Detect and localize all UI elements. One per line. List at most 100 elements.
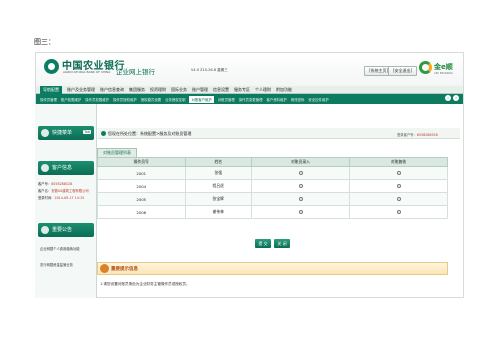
tip-text: 1.请您设置对账员角色为企业财务主管操作员或授权员。 [100, 282, 190, 286]
customer-icon [41, 164, 49, 172]
cell-name: 程吕虎 [184, 179, 252, 193]
customer-name-label: 客户名： [38, 189, 52, 193]
figure-caption: 图三： [34, 38, 55, 46]
cell-entry [251, 205, 350, 219]
brand-swirl-icon [419, 61, 432, 74]
entry-radio[interactable] [298, 196, 303, 201]
tip-title: 重要提示信息 [111, 267, 138, 272]
sub-nav-item[interactable]: 授权模式设置 [141, 97, 161, 102]
reconciler-table: 操作员号 姓名 对账员录入 对账复核 2001 张强 2004 程吕虎 2005… [97, 157, 448, 219]
quick-menu-icon [41, 129, 49, 137]
cell-entry [251, 166, 350, 180]
main-nav-item[interactable]: 集团服务 [129, 87, 145, 93]
login-time-label: 登录时间： [38, 196, 55, 200]
col-name: 姓名 [184, 157, 252, 167]
exit-button[interactable]: [安全退出] [388, 66, 418, 76]
cell-operator-no: 2006 [97, 205, 186, 219]
login-no-value: 6558286528 [416, 133, 438, 137]
cell-review [349, 192, 448, 206]
customer-name-row: 客户名：安徽XX建筑工程有限公司 [38, 188, 89, 193]
nav-scroll-arrows: ‹ › [445, 95, 459, 101]
action-buttons: 提 交 关 闭 [255, 239, 290, 248]
bank-english-name: AGRICULTURAL BANK OF CHINA [63, 70, 111, 74]
col-review: 对账复核 [349, 157, 448, 167]
tab-reconciler-list[interactable]: 对账员管理列表 [97, 148, 137, 157]
main-nav-item[interactable]: 投资理财 [150, 87, 166, 93]
notice-link[interactable]: 企业网银个人费用缴纳功能 [40, 246, 80, 251]
quick-menu-header[interactable]: 快捷菜单 Tab [38, 126, 94, 140]
bank-logo-icon [44, 59, 59, 74]
main-nav-item[interactable]: 国际业务 [171, 87, 187, 93]
cell-review [349, 166, 448, 180]
table-row: 2006 谢伟林 [97, 205, 448, 219]
col-operator-no: 操作员号 [97, 157, 186, 167]
submit-button[interactable]: 提 交 [255, 239, 271, 248]
location-icon [101, 131, 106, 136]
quick-menu-tab[interactable]: Tab [83, 130, 91, 134]
cell-review [349, 179, 448, 193]
sub-nav-item[interactable]: 操作员变更管理 [239, 97, 263, 102]
login-time-value: 2014-09-17 14:15 [54, 196, 85, 200]
brand-name: 金e顺 [434, 63, 453, 71]
notice-label: 重要公告 [52, 227, 73, 233]
login-time-row: 登录时间：2014-09-17 14:15 [38, 195, 84, 200]
main-nav: 导航配置 账户及业务管理 账户信息查询 集团服务 投资理财 国际业务 账户管理 … [36, 85, 463, 94]
sub-nav-item[interactable]: 修改密码 [291, 97, 305, 102]
table-row: 2004 程吕虎 [97, 179, 448, 193]
sub-nav-item[interactable]: 对账员管理 [218, 97, 235, 102]
main-nav-item[interactable]: 导航配置 [40, 85, 62, 94]
notice-icon [41, 226, 49, 234]
notice-header: 重要公告 [38, 223, 94, 237]
main-nav-item[interactable]: 信息设置 [213, 87, 229, 93]
customer-info-label: 客户信息 [52, 165, 73, 171]
main-nav-item[interactable]: 账户管理 [192, 87, 208, 93]
sub-nav-item[interactable]: 操作员授权维护 [113, 97, 137, 102]
sub-nav-item[interactable]: 账户权限维护 [61, 97, 81, 102]
entry-radio[interactable] [298, 183, 303, 188]
col-entry: 对账员录入 [251, 157, 350, 167]
cell-name: 张强 [184, 166, 252, 180]
customer-info-header: 客户信息 [38, 161, 94, 175]
sub-nav-item[interactable]: 安全控件维护 [308, 97, 328, 102]
entry-radio[interactable] [298, 170, 303, 175]
login-customer-no: 登录客户号：6558286528 [397, 132, 438, 137]
nav-prev-icon[interactable]: ‹ [445, 95, 451, 101]
cell-operator-no: 2001 [97, 166, 186, 180]
main-nav-item[interactable]: 附加功能 [276, 87, 292, 93]
info-icon [100, 264, 109, 273]
main-nav-item[interactable]: 账户及业务管理 [67, 87, 95, 93]
sub-nav-item[interactable]: 操作员权限维护 [85, 97, 109, 102]
cell-name: 张宝辉 [184, 192, 252, 206]
customer-no-row: 客户号：6558286528 [38, 181, 72, 186]
sub-nav-item[interactable]: 客户资料维护 [266, 97, 286, 102]
cell-review [349, 205, 448, 219]
sub-nav-item[interactable]: 操作员管理 [40, 97, 57, 102]
review-radio[interactable] [396, 170, 401, 175]
tip-bar [97, 262, 448, 275]
close-button[interactable]: 关 闭 [274, 239, 290, 248]
cell-entry [251, 192, 350, 206]
customer-no-value: 6558286528 [51, 182, 73, 186]
cell-operator-no: 2005 [97, 192, 186, 206]
header: 中国农业银行 AGRICULTURAL BANK OF CHINA 企业网上银行… [36, 53, 463, 86]
review-radio[interactable] [396, 209, 401, 214]
main-nav-item[interactable]: 个人理财 [255, 87, 271, 93]
quick-menu-label: 快捷菜单 [52, 130, 73, 136]
entry-radio[interactable] [298, 209, 303, 214]
sub-nav-item[interactable]: 业务授权控制 [165, 97, 185, 102]
brand-subtitle: ABC EBANKING [434, 72, 453, 75]
brand-logo: 金e顺 ABC EBANKING [419, 60, 459, 78]
table-row: 2001 张强 [97, 166, 448, 180]
customer-name-value: 安徽XX建筑工程有限公司 [51, 189, 89, 193]
review-radio[interactable] [396, 183, 401, 188]
main-nav-item[interactable]: 服务专区 [234, 87, 250, 93]
sub-nav: 操作员管理 账户权限维护 操作员权限维护 操作员授权维护 授权模式设置 业务授权… [36, 94, 463, 104]
nav-next-icon[interactable]: › [453, 95, 459, 101]
notice-link[interactable]: 农行网银资金监管业务 [40, 262, 73, 267]
review-radio[interactable] [396, 196, 401, 201]
customer-no-label: 客户号： [38, 182, 52, 186]
main-nav-item[interactable]: 账户信息查询 [100, 87, 124, 93]
breadcrumb: 您现在所处位置：系统配置>服务及对账员管理 [108, 131, 192, 136]
system-title: 企业网上银行 [116, 68, 155, 76]
sub-nav-item[interactable]: 对账客户维护 [189, 95, 214, 103]
